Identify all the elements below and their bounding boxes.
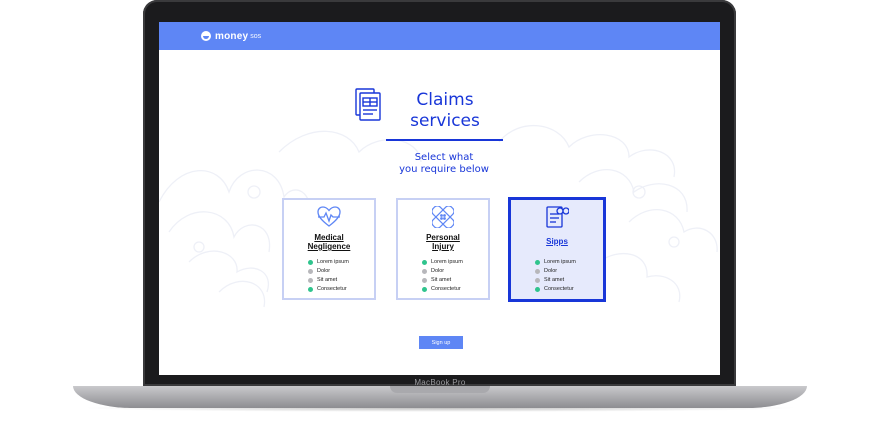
- unavailable-icon: [535, 278, 540, 283]
- card-personal-injury[interactable]: Personal Injury Lorem ipsum Dolor Sit am…: [396, 198, 490, 300]
- feature-label: Consectetur: [317, 286, 347, 292]
- bandage-icon: [432, 206, 454, 228]
- feature-label: Sit amet: [544, 277, 565, 283]
- feature-list: Lorem ipsum Dolor Sit amet Consectetur: [535, 258, 576, 294]
- check-icon: [308, 260, 313, 265]
- check-icon: [308, 287, 313, 292]
- page-subtitle: Select what you require below: [370, 152, 518, 176]
- card-medical-negligence[interactable]: Medical Negligence Lorem ipsum Dolor Sit…: [282, 198, 376, 300]
- logo-name: money: [215, 30, 249, 42]
- list-item: Consectetur: [535, 285, 576, 294]
- card-title-line1: Sipps: [546, 237, 568, 246]
- feature-list: Lorem ipsum Dolor Sit amet Consectetur: [308, 258, 349, 294]
- laptop-screen: money sos Claims services Select what yo…: [159, 22, 720, 375]
- list-item: Consectetur: [308, 285, 349, 294]
- list-item: Sit amet: [535, 276, 576, 285]
- feature-label: Lorem ipsum: [544, 259, 576, 265]
- feature-label: Sit amet: [431, 277, 452, 283]
- check-icon: [422, 287, 427, 292]
- card-title: Personal Injury: [398, 233, 488, 251]
- page-title: Claims services: [395, 90, 495, 132]
- card-title-line1: Medical: [314, 233, 344, 242]
- top-navigation-bar: money sos: [159, 22, 720, 50]
- card-title: Medical Negligence: [284, 233, 374, 251]
- list-item: Lorem ipsum: [535, 258, 576, 267]
- logo[interactable]: money sos: [201, 31, 261, 42]
- card-title-line2: Injury: [432, 242, 454, 251]
- card-title-line1: Personal: [426, 233, 460, 242]
- list-item: Sit amet: [308, 276, 349, 285]
- check-icon: [535, 287, 540, 292]
- card-sipps[interactable]: Sipps Lorem ipsum Dolor Sit amet Consect…: [508, 197, 606, 302]
- title-divider: [386, 139, 503, 141]
- card-title-line2: Negligence: [307, 242, 351, 251]
- list-item: Dolor: [535, 267, 576, 276]
- device-model-label: MacBook Pro: [414, 378, 466, 387]
- feature-label: Dolor: [317, 268, 331, 274]
- list-item: Dolor: [422, 267, 463, 276]
- laptop-notch: [390, 386, 490, 393]
- feature-list: Lorem ipsum Dolor Sit amet Consectetur: [422, 258, 463, 294]
- list-item: Consectetur: [422, 285, 463, 294]
- sign-up-button[interactable]: Sign up: [419, 336, 463, 349]
- page-title-line2: services: [410, 111, 480, 131]
- claims-document-icon: [355, 88, 381, 121]
- unavailable-icon: [308, 269, 313, 274]
- list-item: Lorem ipsum: [308, 258, 349, 267]
- logo-icon: [201, 31, 211, 41]
- card-title: Sipps: [511, 237, 603, 246]
- list-item: Sit amet: [422, 276, 463, 285]
- heartbeat-icon: [317, 206, 341, 227]
- feature-label: Lorem ipsum: [317, 259, 349, 265]
- feature-label: Dolor: [431, 268, 445, 274]
- feature-label: Sit amet: [317, 277, 338, 283]
- logo-suffix: sos: [250, 32, 262, 40]
- feature-label: Lorem ipsum: [431, 259, 463, 265]
- pension-document-icon: [546, 206, 569, 228]
- unavailable-icon: [422, 278, 427, 283]
- list-item: Lorem ipsum: [422, 258, 463, 267]
- feature-label: Consectetur: [431, 286, 461, 292]
- unavailable-icon: [535, 269, 540, 274]
- page-subtitle-line1: Select what: [414, 152, 474, 163]
- page-title-line1: Claims: [416, 90, 474, 110]
- check-icon: [535, 260, 540, 265]
- unavailable-icon: [422, 269, 427, 274]
- check-icon: [422, 260, 427, 265]
- feature-label: Dolor: [544, 268, 558, 274]
- page-subtitle-line2: you require below: [399, 164, 489, 175]
- list-item: Dolor: [308, 267, 349, 276]
- feature-label: Consectetur: [544, 286, 574, 292]
- unavailable-icon: [308, 278, 313, 283]
